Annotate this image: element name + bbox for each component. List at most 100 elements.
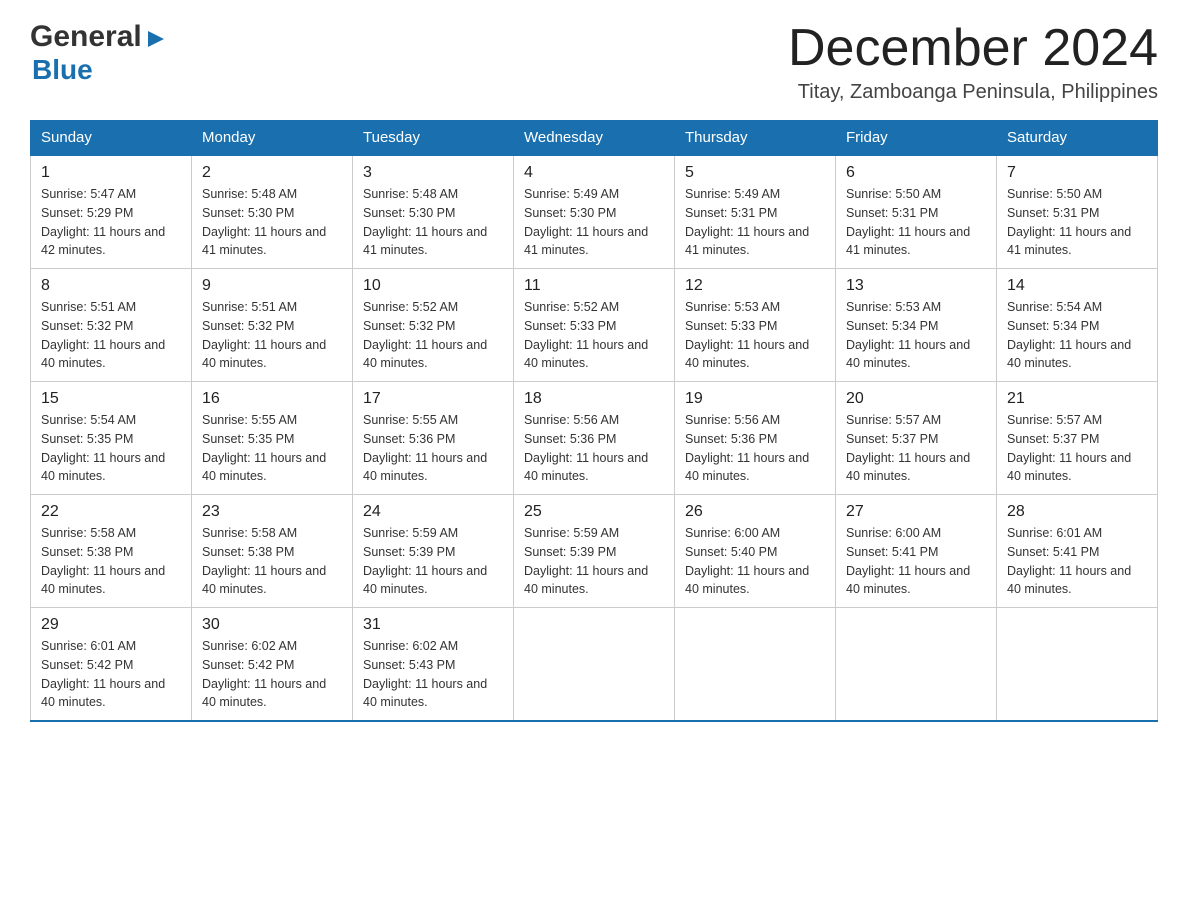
day-number: 8 <box>41 277 181 295</box>
day-number: 3 <box>363 164 503 182</box>
calendar-cell: 18 Sunrise: 5:56 AMSunset: 5:36 PMDaylig… <box>514 382 675 495</box>
calendar-header-row: SundayMondayTuesdayWednesdayThursdayFrid… <box>31 121 1158 156</box>
day-info: Sunrise: 5:55 AMSunset: 5:35 PMDaylight:… <box>202 413 326 483</box>
calendar-cell: 21 Sunrise: 5:57 AMSunset: 5:37 PMDaylig… <box>997 382 1158 495</box>
calendar-cell: 13 Sunrise: 5:53 AMSunset: 5:34 PMDaylig… <box>836 269 997 382</box>
day-info: Sunrise: 5:54 AMSunset: 5:35 PMDaylight:… <box>41 413 165 483</box>
day-number: 17 <box>363 390 503 408</box>
day-number: 4 <box>524 164 664 182</box>
calendar-cell: 28 Sunrise: 6:01 AMSunset: 5:41 PMDaylig… <box>997 495 1158 608</box>
page-header: General Blue December 2024 Titay, Zamboa… <box>30 20 1158 104</box>
calendar-cell <box>836 608 997 722</box>
logo-arrow-icon <box>144 27 168 51</box>
day-number: 12 <box>685 277 825 295</box>
day-info: Sunrise: 6:00 AMSunset: 5:40 PMDaylight:… <box>685 526 809 596</box>
day-number: 23 <box>202 503 342 521</box>
day-number: 5 <box>685 164 825 182</box>
calendar-cell: 30 Sunrise: 6:02 AMSunset: 5:42 PMDaylig… <box>192 608 353 722</box>
day-info: Sunrise: 6:01 AMSunset: 5:42 PMDaylight:… <box>41 639 165 709</box>
day-number: 1 <box>41 164 181 182</box>
logo: General Blue <box>30 20 168 86</box>
day-number: 2 <box>202 164 342 182</box>
calendar-cell: 19 Sunrise: 5:56 AMSunset: 5:36 PMDaylig… <box>675 382 836 495</box>
calendar-cell: 9 Sunrise: 5:51 AMSunset: 5:32 PMDayligh… <box>192 269 353 382</box>
calendar-cell: 31 Sunrise: 6:02 AMSunset: 5:43 PMDaylig… <box>353 608 514 722</box>
day-info: Sunrise: 5:57 AMSunset: 5:37 PMDaylight:… <box>1007 413 1131 483</box>
day-number: 21 <box>1007 390 1147 408</box>
calendar-cell: 26 Sunrise: 6:00 AMSunset: 5:40 PMDaylig… <box>675 495 836 608</box>
header-friday: Friday <box>836 121 997 156</box>
day-info: Sunrise: 5:48 AMSunset: 5:30 PMDaylight:… <box>363 187 487 257</box>
day-info: Sunrise: 5:56 AMSunset: 5:36 PMDaylight:… <box>524 413 648 483</box>
day-number: 20 <box>846 390 986 408</box>
calendar-cell: 23 Sunrise: 5:58 AMSunset: 5:38 PMDaylig… <box>192 495 353 608</box>
header-monday: Monday <box>192 121 353 156</box>
calendar-cell: 27 Sunrise: 6:00 AMSunset: 5:41 PMDaylig… <box>836 495 997 608</box>
day-info: Sunrise: 5:52 AMSunset: 5:32 PMDaylight:… <box>363 300 487 370</box>
day-number: 11 <box>524 277 664 295</box>
day-number: 29 <box>41 616 181 634</box>
day-info: Sunrise: 5:58 AMSunset: 5:38 PMDaylight:… <box>202 526 326 596</box>
calendar-cell: 20 Sunrise: 5:57 AMSunset: 5:37 PMDaylig… <box>836 382 997 495</box>
day-info: Sunrise: 5:57 AMSunset: 5:37 PMDaylight:… <box>846 413 970 483</box>
day-number: 31 <box>363 616 503 634</box>
day-number: 14 <box>1007 277 1147 295</box>
calendar-cell: 6 Sunrise: 5:50 AMSunset: 5:31 PMDayligh… <box>836 155 997 269</box>
header-thursday: Thursday <box>675 121 836 156</box>
day-info: Sunrise: 5:54 AMSunset: 5:34 PMDaylight:… <box>1007 300 1131 370</box>
day-number: 25 <box>524 503 664 521</box>
day-info: Sunrise: 6:01 AMSunset: 5:41 PMDaylight:… <box>1007 526 1131 596</box>
calendar-cell <box>997 608 1158 722</box>
calendar-cell: 22 Sunrise: 5:58 AMSunset: 5:38 PMDaylig… <box>31 495 192 608</box>
day-info: Sunrise: 5:58 AMSunset: 5:38 PMDaylight:… <box>41 526 165 596</box>
calendar-cell: 4 Sunrise: 5:49 AMSunset: 5:30 PMDayligh… <box>514 155 675 269</box>
calendar-cell: 5 Sunrise: 5:49 AMSunset: 5:31 PMDayligh… <box>675 155 836 269</box>
day-info: Sunrise: 5:48 AMSunset: 5:30 PMDaylight:… <box>202 187 326 257</box>
calendar-cell: 3 Sunrise: 5:48 AMSunset: 5:30 PMDayligh… <box>353 155 514 269</box>
day-info: Sunrise: 5:56 AMSunset: 5:36 PMDaylight:… <box>685 413 809 483</box>
week-row-1: 1 Sunrise: 5:47 AMSunset: 5:29 PMDayligh… <box>31 155 1158 269</box>
header-wednesday: Wednesday <box>514 121 675 156</box>
calendar-cell: 2 Sunrise: 5:48 AMSunset: 5:30 PMDayligh… <box>192 155 353 269</box>
calendar-cell: 11 Sunrise: 5:52 AMSunset: 5:33 PMDaylig… <box>514 269 675 382</box>
day-number: 19 <box>685 390 825 408</box>
day-info: Sunrise: 5:49 AMSunset: 5:31 PMDaylight:… <box>685 187 809 257</box>
calendar-cell: 16 Sunrise: 5:55 AMSunset: 5:35 PMDaylig… <box>192 382 353 495</box>
day-info: Sunrise: 6:00 AMSunset: 5:41 PMDaylight:… <box>846 526 970 596</box>
day-info: Sunrise: 5:59 AMSunset: 5:39 PMDaylight:… <box>363 526 487 596</box>
day-number: 10 <box>363 277 503 295</box>
location-subtitle: Titay, Zamboanga Peninsula, Philippines <box>788 81 1158 104</box>
day-info: Sunrise: 6:02 AMSunset: 5:42 PMDaylight:… <box>202 639 326 709</box>
day-info: Sunrise: 5:49 AMSunset: 5:30 PMDaylight:… <box>524 187 648 257</box>
day-info: Sunrise: 5:47 AMSunset: 5:29 PMDaylight:… <box>41 187 165 257</box>
day-number: 22 <box>41 503 181 521</box>
day-info: Sunrise: 5:51 AMSunset: 5:32 PMDaylight:… <box>41 300 165 370</box>
day-number: 13 <box>846 277 986 295</box>
week-row-2: 8 Sunrise: 5:51 AMSunset: 5:32 PMDayligh… <box>31 269 1158 382</box>
day-number: 30 <box>202 616 342 634</box>
day-info: Sunrise: 5:52 AMSunset: 5:33 PMDaylight:… <box>524 300 648 370</box>
title-block: December 2024 Titay, Zamboanga Peninsula… <box>788 20 1158 104</box>
day-info: Sunrise: 5:53 AMSunset: 5:33 PMDaylight:… <box>685 300 809 370</box>
calendar-cell: 24 Sunrise: 5:59 AMSunset: 5:39 PMDaylig… <box>353 495 514 608</box>
day-number: 18 <box>524 390 664 408</box>
week-row-4: 22 Sunrise: 5:58 AMSunset: 5:38 PMDaylig… <box>31 495 1158 608</box>
day-number: 7 <box>1007 164 1147 182</box>
header-tuesday: Tuesday <box>353 121 514 156</box>
calendar-cell: 12 Sunrise: 5:53 AMSunset: 5:33 PMDaylig… <box>675 269 836 382</box>
calendar-cell: 15 Sunrise: 5:54 AMSunset: 5:35 PMDaylig… <box>31 382 192 495</box>
day-number: 16 <box>202 390 342 408</box>
calendar-table: SundayMondayTuesdayWednesdayThursdayFrid… <box>30 120 1158 722</box>
day-number: 27 <box>846 503 986 521</box>
day-info: Sunrise: 6:02 AMSunset: 5:43 PMDaylight:… <box>363 639 487 709</box>
week-row-5: 29 Sunrise: 6:01 AMSunset: 5:42 PMDaylig… <box>31 608 1158 722</box>
day-number: 26 <box>685 503 825 521</box>
day-info: Sunrise: 5:59 AMSunset: 5:39 PMDaylight:… <box>524 526 648 596</box>
logo-blue-text: Blue <box>30 54 93 86</box>
day-info: Sunrise: 5:51 AMSunset: 5:32 PMDaylight:… <box>202 300 326 370</box>
day-number: 28 <box>1007 503 1147 521</box>
calendar-cell: 17 Sunrise: 5:55 AMSunset: 5:36 PMDaylig… <box>353 382 514 495</box>
day-info: Sunrise: 5:55 AMSunset: 5:36 PMDaylight:… <box>363 413 487 483</box>
day-info: Sunrise: 5:53 AMSunset: 5:34 PMDaylight:… <box>846 300 970 370</box>
header-saturday: Saturday <box>997 121 1158 156</box>
